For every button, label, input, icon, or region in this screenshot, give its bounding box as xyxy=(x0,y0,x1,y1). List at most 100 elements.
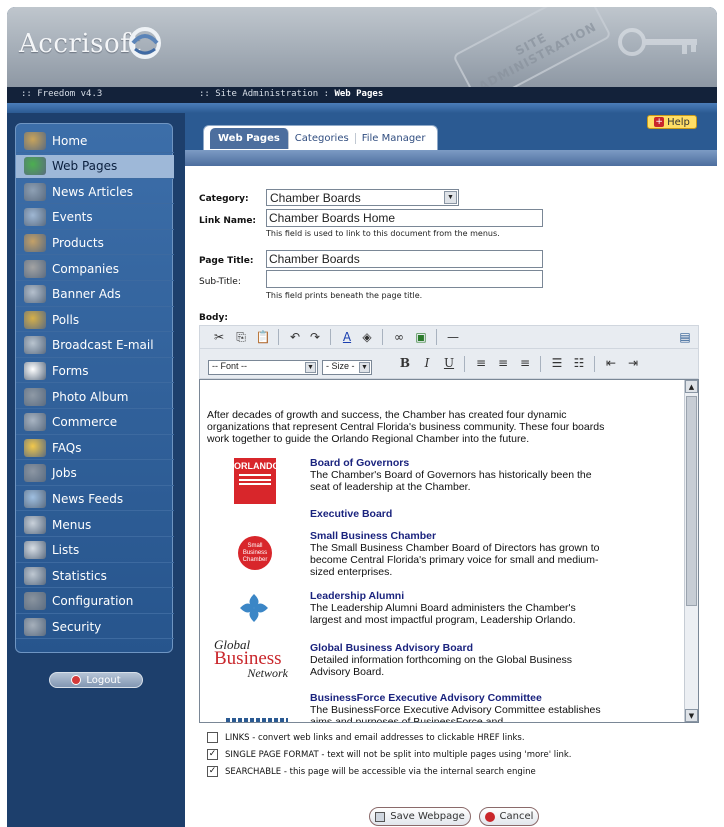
breadcrumb-current: Web Pages xyxy=(334,89,384,99)
scroll-up-arrow-icon[interactable]: ▲ xyxy=(685,380,698,393)
save-button[interactable]: Save Webpage xyxy=(369,807,471,826)
font-select[interactable]: -- Font -- ▼ xyxy=(208,360,318,375)
toolbar-divider xyxy=(382,329,383,345)
global-business-network-logo: Global Business Network xyxy=(214,638,294,680)
tab-categories[interactable]: Categories xyxy=(289,132,356,144)
sidebar-item-companies[interactable]: Companies xyxy=(16,257,174,281)
editor-intro-text: After decades of growth and success, the… xyxy=(207,409,605,445)
underline-button[interactable]: U xyxy=(440,354,458,372)
house-icon xyxy=(24,131,46,150)
link-icon[interactable]: ∞ xyxy=(390,328,408,346)
sidebar-item-web-pages[interactable]: Web Pages xyxy=(16,154,174,179)
category-select[interactable]: Chamber Boards ▼ xyxy=(266,189,459,206)
link-name-hint: This field is used to link to this docum… xyxy=(266,229,500,238)
sidebar-item-commerce[interactable]: Commerce xyxy=(16,411,174,435)
tab-strip: Web Pages Categories File Manager xyxy=(185,113,717,150)
links-checkbox[interactable] xyxy=(207,732,218,743)
bullet-list-icon[interactable]: ☷ xyxy=(570,354,588,372)
highlight-icon[interactable]: ◈ xyxy=(358,328,376,346)
breadcrumb-prefix: :: Site Administration : xyxy=(199,89,335,99)
subtitle-label: Sub-Title: xyxy=(199,277,241,287)
sidebar-item-label: Security xyxy=(52,619,102,634)
sidebar-item-events[interactable]: Events xyxy=(16,206,174,230)
commerce-icon xyxy=(24,413,46,432)
logout-icon xyxy=(71,675,82,685)
version-label: :: Freedom v4.3 xyxy=(21,89,103,99)
board-title[interactable]: BusinessForce Executive Advisory Committ… xyxy=(310,692,610,704)
size-select[interactable]: - Size - ▼ xyxy=(322,360,372,375)
banner-icon xyxy=(24,285,46,304)
sidebar-item-label: News Feeds xyxy=(52,491,124,506)
sidebar-item-photo-album[interactable]: Photo Album xyxy=(16,385,174,409)
sidebar-item-faqs[interactable]: FAQs xyxy=(16,436,174,461)
source-view-icon[interactable]: ▤ xyxy=(676,328,694,346)
italic-button[interactable]: I xyxy=(418,354,436,372)
camera-icon xyxy=(24,387,46,406)
cut-icon[interactable]: ✂ xyxy=(210,328,228,346)
board-title[interactable]: Global Business Advisory Board xyxy=(310,642,610,654)
bold-button[interactable]: B xyxy=(396,354,414,372)
sidebar-item-broadcast-e-mail[interactable]: Broadcast E-mail xyxy=(16,334,174,358)
board-entry: Leadership Alumni The Leadership Alumni … xyxy=(310,590,610,626)
copy-icon[interactable]: ⎘ xyxy=(232,328,250,346)
searchable-checkbox[interactable]: ✓ xyxy=(207,766,218,777)
link-name-field[interactable]: Chamber Boards Home xyxy=(266,209,543,227)
single-page-checkbox[interactable]: ✓ xyxy=(207,749,218,760)
board-title[interactable]: Executive Board xyxy=(310,508,610,520)
scroll-down-arrow-icon[interactable]: ▼ xyxy=(685,709,698,722)
sidebar-item-jobs[interactable]: Jobs xyxy=(16,462,174,486)
redo-icon[interactable]: ↷ xyxy=(306,328,324,346)
logo-text-business: Business xyxy=(214,648,282,669)
poll-icon xyxy=(24,310,46,329)
tab-web-pages[interactable]: Web Pages xyxy=(210,127,289,149)
horizontal-rule-icon[interactable]: — xyxy=(444,328,462,346)
content-header-bar xyxy=(185,150,717,166)
orlando-logo-text: ORLANDO xyxy=(234,461,280,471)
subtitle-field[interactable] xyxy=(266,270,543,288)
outdent-icon[interactable]: ⇤ xyxy=(602,354,620,372)
align-center-icon[interactable]: ≡ xyxy=(494,354,512,372)
align-right-icon[interactable]: ≡ xyxy=(516,354,534,372)
brand-swirl-icon xyxy=(129,27,161,59)
sidebar-item-home[interactable]: Home xyxy=(16,129,174,153)
font-color-icon[interactable]: A xyxy=(338,328,356,346)
sidebar-item-banner-ads[interactable]: Banner Ads xyxy=(16,283,174,307)
page-title-field[interactable]: Chamber Boards xyxy=(266,250,543,268)
logout-button[interactable]: Logout xyxy=(49,672,143,688)
abc-form-icon xyxy=(24,361,46,380)
sidebar-item-label: Banner Ads xyxy=(52,287,121,302)
tab-file-manager[interactable]: File Manager xyxy=(356,133,432,144)
sidebar-item-label: Products xyxy=(52,235,104,250)
align-left-icon[interactable]: ≡ xyxy=(472,354,490,372)
help-label: Help xyxy=(667,116,690,128)
board-title[interactable]: Small Business Chamber xyxy=(310,530,610,542)
sidebar-item-label: Forms xyxy=(52,363,89,378)
sidebar-item-label: Configuration xyxy=(52,594,134,609)
board-desc: The Leadership Alumni Board administers … xyxy=(310,602,576,626)
sidebar-item-polls[interactable]: Polls xyxy=(16,308,174,333)
sidebar-item-products[interactable]: Products xyxy=(16,231,174,256)
indent-icon[interactable]: ⇥ xyxy=(624,354,642,372)
rich-text-editor[interactable]: After decades of growth and success, the… xyxy=(199,379,699,723)
sidebar-item-security[interactable]: Security xyxy=(16,615,174,640)
paste-icon[interactable]: 📋 xyxy=(254,328,272,346)
scroll-thumb[interactable] xyxy=(686,396,697,606)
editor-toolbar-top: ✂ ⎘ 📋 ↶ ↷ A ◈ ∞ ▣ — ▤ xyxy=(199,325,699,349)
cancel-button[interactable]: Cancel xyxy=(479,807,539,826)
board-title[interactable]: Leadership Alumni xyxy=(310,590,610,602)
image-icon[interactable]: ▣ xyxy=(412,328,430,346)
sidebar-item-news-articles[interactable]: News Articles xyxy=(16,180,174,205)
sidebar-item-news-feeds[interactable]: News Feeds xyxy=(16,487,174,512)
editor-toolbar-bottom: -- Font -- ▼ - Size - ▼ B I U ≡ ≡ ≡ ☰ ☷ … xyxy=(199,349,699,379)
help-button[interactable]: + Help xyxy=(647,115,697,129)
undo-icon[interactable]: ↶ xyxy=(286,328,304,346)
category-label: Category: xyxy=(199,194,249,204)
editor-scrollbar[interactable]: ▲ ▼ xyxy=(684,380,698,722)
sidebar-item-menus[interactable]: Menus xyxy=(16,513,174,537)
board-title[interactable]: Board of Governors xyxy=(310,457,610,469)
sidebar-item-lists[interactable]: Lists xyxy=(16,539,174,563)
sidebar-item-configuration[interactable]: Configuration xyxy=(16,590,174,614)
numbered-list-icon[interactable]: ☰ xyxy=(548,354,566,372)
sidebar-item-forms[interactable]: Forms xyxy=(16,359,174,384)
sidebar-item-statistics[interactable]: Statistics xyxy=(16,564,174,589)
